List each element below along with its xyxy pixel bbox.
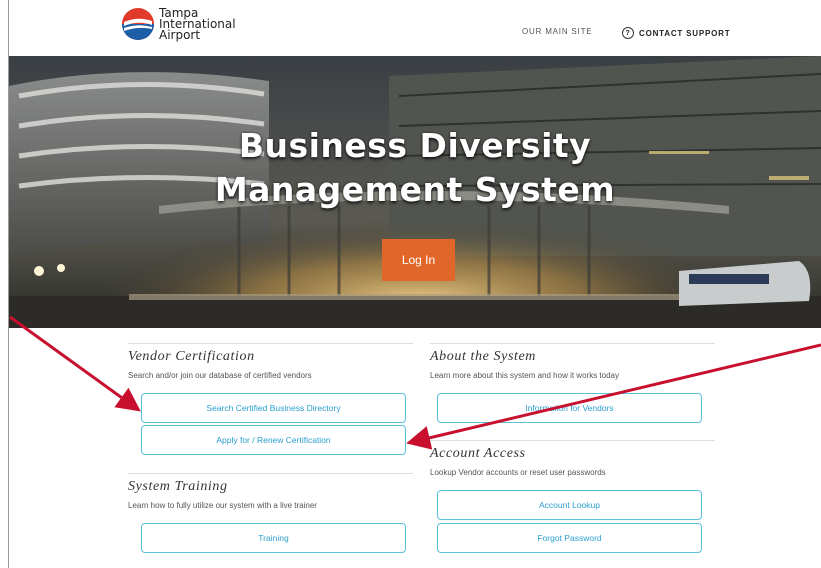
account-lookup-button[interactable]: Account Lookup	[437, 490, 702, 520]
system-training-title: System Training	[128, 473, 413, 495]
hero-title-line-1: Business Diversity	[238, 126, 592, 165]
account-access-description: Lookup Vendor accounts or reset user pas…	[430, 468, 606, 477]
hero-title-line-2: Management System	[214, 170, 616, 209]
account-access-section: Account Access Lookup Vendor accounts or…	[430, 440, 715, 477]
logo-line-3: Airport	[159, 27, 201, 42]
about-system-description: Learn more about this system and how it …	[430, 371, 619, 380]
account-access-title: Account Access	[430, 440, 715, 462]
information-for-vendors-button[interactable]: Information for Vendors	[437, 393, 702, 423]
training-button[interactable]: Training	[141, 523, 406, 553]
login-button[interactable]: Log In	[382, 239, 455, 281]
hero-title: Business Diversity Management System	[9, 124, 821, 212]
hero-banner: Business Diversity Management System Log…	[9, 56, 821, 328]
system-training-section: System Training Learn how to fully utili…	[128, 473, 413, 510]
system-training-description: Learn how to fully utilize our system wi…	[128, 501, 317, 510]
about-system-section: About the System Learn more about this s…	[430, 343, 715, 380]
site-logo[interactable]: Tampa International Airport	[121, 5, 236, 43]
vendor-certification-section: Vendor Certification Search and/or join …	[128, 343, 413, 380]
vendor-certification-description: Search and/or join our database of certi…	[128, 371, 312, 380]
forgot-password-button[interactable]: Forgot Password	[437, 523, 702, 553]
nav-our-main-site[interactable]: OUR MAIN SITE	[522, 27, 592, 36]
help-circle-icon: ?	[622, 27, 634, 39]
airport-logo-icon	[122, 8, 154, 40]
apply-renew-certification-button[interactable]: Apply for / Renew Certification	[141, 425, 406, 455]
search-certified-business-directory-button[interactable]: Search Certified Business Directory	[141, 393, 406, 423]
nav-contact-support-label: CONTACT SUPPORT	[639, 28, 731, 38]
vendor-certification-title: Vendor Certification	[128, 343, 413, 365]
logo-text: Tampa International Airport	[159, 7, 236, 42]
nav-contact-support[interactable]: ? CONTACT SUPPORT	[622, 27, 730, 39]
about-system-title: About the System	[430, 343, 715, 365]
